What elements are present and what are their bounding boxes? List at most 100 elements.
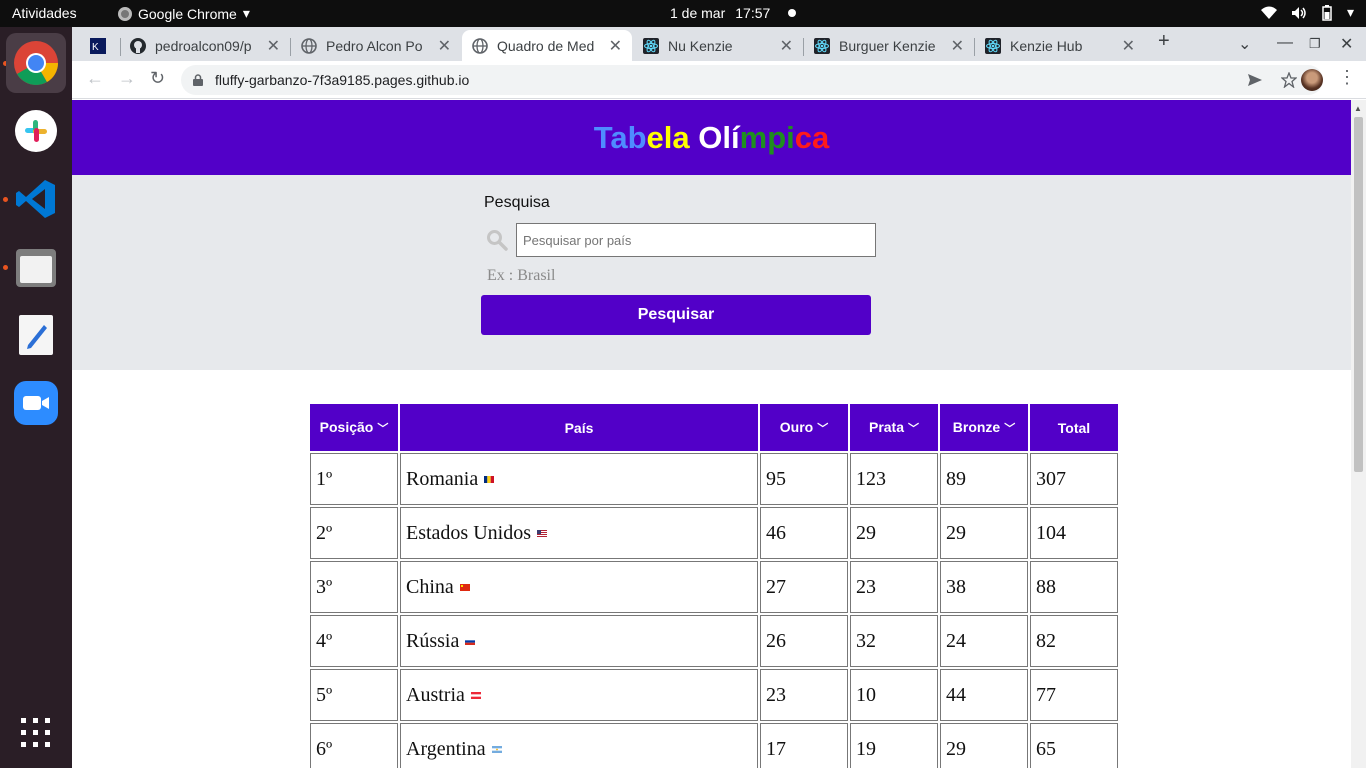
scroll-up-arrow-icon[interactable]: ▲ <box>1354 104 1362 113</box>
chevron-down-icon: ﹀ <box>377 423 389 435</box>
new-tab-plus-icon[interactable]: + <box>1158 30 1170 53</box>
date-label: 1 de mar <box>670 5 726 21</box>
app-menu[interactable]: Google Chrome ▾ <box>118 5 250 22</box>
table-row: 1º Romania 95 123 89 307 <box>310 453 1118 505</box>
svg-text:K: K <box>92 42 99 53</box>
react-icon <box>985 37 1001 54</box>
tab-title: Quadro de Med <box>497 37 595 54</box>
tab-github[interactable]: pedroalcon09/p ✕ <box>120 30 290 61</box>
scrollbar-thumb[interactable] <box>1354 117 1363 472</box>
cell-text: 44 <box>946 683 966 706</box>
title-letter: a <box>672 119 690 155</box>
dock-files[interactable] <box>6 237 66 297</box>
cell-text: 123 <box>856 467 886 490</box>
send-icon[interactable] <box>1247 73 1263 87</box>
files-icon <box>16 249 56 287</box>
close-icon[interactable]: ✕ <box>609 36 622 56</box>
search-input[interactable] <box>516 223 876 257</box>
table-cell-position: 3º <box>310 561 398 613</box>
chrome-icon <box>14 41 58 85</box>
close-icon[interactable]: ✕ <box>780 36 793 56</box>
table-cell-silver: 19 <box>850 723 938 768</box>
tab-burguer-kenzie[interactable]: Burguer Kenzie ✕ <box>804 30 974 61</box>
close-icon[interactable]: ✕ <box>438 36 451 56</box>
activities-button[interactable]: Atividades <box>12 5 77 21</box>
dock-slack[interactable] <box>6 101 66 161</box>
dock-zoom[interactable] <box>6 373 66 433</box>
dock-text-editor[interactable] <box>6 305 66 365</box>
cell-text: 27 <box>766 575 786 598</box>
title-letter: l <box>722 119 732 155</box>
system-top-bar: Atividades Google Chrome ▾ 1 de mar 17:5… <box>0 0 1366 27</box>
close-icon[interactable]: ✕ <box>267 36 280 56</box>
column-header-gold[interactable]: Ouro ﹀ <box>760 404 848 451</box>
cell-text: 38 <box>946 575 966 598</box>
chevron-down-icon: ﹀ <box>1004 423 1016 435</box>
page-content: Tabela Olímpica Pesquisa Ex : Brasil Pes… <box>72 100 1351 768</box>
dock-show-apps[interactable] <box>6 703 66 763</box>
cell-text: 3º <box>316 575 333 598</box>
table-cell-silver: 10 <box>850 669 938 721</box>
title-letter: a <box>610 119 628 155</box>
dock-vscode[interactable] <box>6 169 66 229</box>
table-cell-silver: 32 <box>850 615 938 667</box>
table-cell-position: 2º <box>310 507 398 559</box>
cell-text: 19 <box>856 737 876 760</box>
cell-text: 5º <box>316 683 333 706</box>
address-bar[interactable]: fluffy-garbanzo-7f3a9185.pages.github.io <box>181 65 1323 95</box>
table-cell-silver: 123 <box>850 453 938 505</box>
title-letter: c <box>794 119 813 155</box>
tab-quadro-de-medalhas[interactable]: Quadro de Med ✕ <box>462 30 632 61</box>
cell-text: Rússia <box>406 629 460 652</box>
table-header-row: Posição ﹀ País Ouro ﹀ Prata ﹀ Bronze ﹀ Total <box>310 404 1118 451</box>
column-header-position[interactable]: Posição ﹀ <box>310 404 398 451</box>
volume-icon <box>1291 6 1306 19</box>
bookmark-star-icon[interactable] <box>1281 72 1297 88</box>
clock[interactable]: 1 de mar 17:57 <box>670 5 797 21</box>
table-cell-bronze: 24 <box>940 615 1028 667</box>
table-body: 1º Romania 95 123 89 307 2º Estados Unidos 46 29 2… <box>310 453 1118 768</box>
dock-chrome[interactable] <box>6 33 66 93</box>
tab-search-chevron-icon[interactable]: ⌄ <box>1238 34 1251 54</box>
site-header: Tabela Olímpica <box>72 100 1351 175</box>
tab-nu-kenzie[interactable]: Nu Kenzie ✕ <box>633 30 803 61</box>
menu-kebab-icon[interactable]: ⋮ <box>1338 67 1356 88</box>
table-cell-total: 82 <box>1030 615 1118 667</box>
window-close-icon[interactable]: ✕ <box>1340 34 1353 54</box>
tab-pedro-alcon[interactable]: Pedro Alcon Po ✕ <box>291 30 461 61</box>
table-cell-silver: 29 <box>850 507 938 559</box>
browser-toolbar: ← → ↻ fluffy-garbanzo-7f3a9185.pages.git… <box>72 61 1366 99</box>
tab-pinned-kenzie[interactable]: K <box>80 30 120 61</box>
table-row: 5º Austria 23 10 44 77 <box>310 669 1118 721</box>
back-arrow-icon[interactable]: ← <box>86 68 104 89</box>
page-scrollbar[interactable]: ▲ <box>1351 100 1366 768</box>
column-header-silver[interactable]: Prata ﹀ <box>850 404 938 451</box>
close-icon[interactable]: ✕ <box>951 36 964 56</box>
cell-text: 23 <box>766 683 786 706</box>
search-button[interactable]: Pesquisar <box>481 295 871 335</box>
reload-icon[interactable]: ↻ <box>150 68 165 89</box>
table-cell-total: 65 <box>1030 723 1118 768</box>
app-menu-label: Google Chrome <box>138 5 237 22</box>
title-letter: í <box>731 119 740 155</box>
profile-avatar[interactable] <box>1301 69 1323 91</box>
austria-flag-icon <box>470 692 481 700</box>
slack-icon <box>15 110 57 152</box>
cell-text: 1º <box>316 467 333 490</box>
system-tray[interactable]: ▾ <box>1260 4 1354 21</box>
search-icon <box>487 230 508 251</box>
tab-kenzie-hub[interactable]: Kenzie Hub ✕ <box>975 30 1145 61</box>
column-header-bronze[interactable]: Bronze ﹀ <box>940 404 1028 451</box>
column-header-total: Total <box>1030 404 1118 451</box>
cell-text: 95 <box>766 467 786 490</box>
table-cell-silver: 23 <box>850 561 938 613</box>
minimize-icon[interactable]: — <box>1277 34 1293 52</box>
table-cell-position: 1º <box>310 453 398 505</box>
globe-icon <box>301 37 317 54</box>
restore-icon[interactable]: ❐ <box>1309 36 1321 52</box>
forward-arrow-icon[interactable]: → <box>118 68 136 89</box>
romania-flag-icon <box>484 476 495 484</box>
cell-text: 23 <box>856 575 876 598</box>
close-icon[interactable]: ✕ <box>1122 36 1135 56</box>
china-flag-icon <box>459 584 470 592</box>
